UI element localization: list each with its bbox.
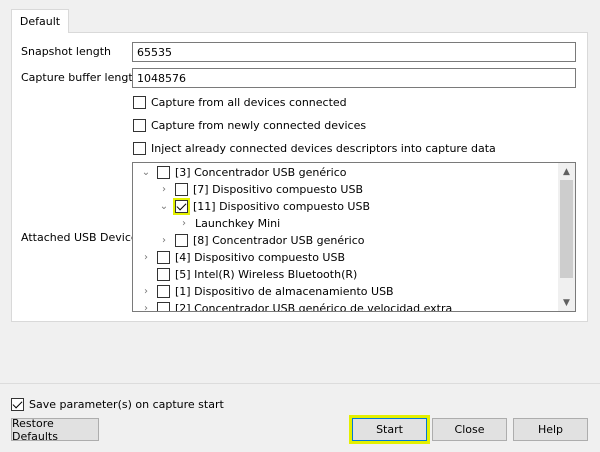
restore-defaults-button[interactable]: Restore Defaults xyxy=(11,417,99,443)
tree-item-checkbox[interactable] xyxy=(175,183,188,196)
chevron-down-icon[interactable]: ⌄ xyxy=(157,201,171,212)
tree-item-checkbox[interactable] xyxy=(175,234,188,247)
save-params-option[interactable]: Save parameter(s) on capture start xyxy=(11,398,224,411)
capture-buffer-length-label: Capture buffer length xyxy=(21,71,140,84)
tab-default[interactable]: Default xyxy=(11,9,69,33)
snapshot-length-label: Snapshot length xyxy=(21,45,111,58)
tree-item-label: [2] Concentrador USB genérico de velocid… xyxy=(175,302,453,312)
tree-item-checkbox[interactable] xyxy=(173,198,190,215)
capture-new-option[interactable]: Capture from newly connected devices xyxy=(133,119,366,132)
inject-descriptors-checkbox[interactable] xyxy=(133,142,146,155)
capture-all-checkbox[interactable] xyxy=(133,96,146,109)
inject-descriptors-label: Inject already connected devices descrip… xyxy=(151,142,496,155)
chevron-right-icon[interactable]: › xyxy=(139,303,153,311)
divider xyxy=(0,383,600,384)
tree-item-label: [5] Intel(R) Wireless Bluetooth(R) xyxy=(175,268,358,281)
tree-item-label: [1] Dispositivo de almacenamiento USB xyxy=(175,285,394,298)
tree-item-label: [7] Dispositivo compuesto USB xyxy=(193,183,364,196)
tree-item[interactable]: › [1] Dispositivo de almacenamiento USB xyxy=(139,283,394,300)
tree-item-checkbox[interactable] xyxy=(157,302,170,311)
save-params-label: Save parameter(s) on capture start xyxy=(29,398,224,411)
chevron-right-icon[interactable]: › xyxy=(157,235,171,246)
tree-item-label: [4] Dispositivo compuesto USB xyxy=(175,251,346,264)
tree-item[interactable]: › Launchkey Mini xyxy=(177,215,280,232)
tree-item-label: [11] Dispositivo compuesto USB xyxy=(193,200,371,213)
scroll-up-icon[interactable]: ▲ xyxy=(558,163,575,180)
capture-buffer-length-input[interactable] xyxy=(132,68,576,88)
capture-all-option[interactable]: Capture from all devices connected xyxy=(133,96,347,109)
chevron-right-icon[interactable]: › xyxy=(139,252,153,263)
tree-item[interactable]: › [8] Concentrador USB genérico xyxy=(157,232,364,249)
chevron-down-icon[interactable]: ⌄ xyxy=(139,167,153,178)
tree-scrollbar[interactable]: ▲ ▼ xyxy=(558,163,575,311)
save-params-checkbox[interactable] xyxy=(11,398,24,411)
tree-item-checkbox[interactable] xyxy=(157,251,170,264)
tree-item-checkbox[interactable] xyxy=(157,166,170,179)
tree-item-checkbox[interactable] xyxy=(157,285,170,298)
scrollbar-thumb[interactable] xyxy=(560,180,573,278)
start-button[interactable]: Start xyxy=(352,418,427,441)
tree-item[interactable]: ⌄ [11] Dispositivo compuesto USB xyxy=(157,198,370,215)
tree-item-label: [3] Concentrador USB genérico xyxy=(175,166,347,179)
tree-item[interactable]: › [2] Concentrador USB genérico de veloc… xyxy=(139,300,453,312)
close-button[interactable]: Close xyxy=(432,418,507,441)
attached-usb-devices-label: Attached USB Devices xyxy=(21,231,144,244)
tree-item[interactable]: ⌄ [3] Concentrador USB genérico xyxy=(139,164,346,181)
tree-item-checkbox[interactable] xyxy=(157,268,170,281)
usb-device-tree[interactable]: ⌄ [3] Concentrador USB genérico › [7] Di… xyxy=(132,162,576,312)
tree-item-label: Launchkey Mini xyxy=(195,217,281,230)
chevron-right-icon[interactable]: › xyxy=(139,286,153,297)
chevron-right-icon[interactable]: › xyxy=(157,184,171,195)
capture-new-checkbox[interactable] xyxy=(133,119,146,132)
tree-item-label: [8] Concentrador USB genérico xyxy=(193,234,365,247)
tree-item[interactable]: › [4] Dispositivo compuesto USB xyxy=(139,249,345,266)
snapshot-length-input[interactable] xyxy=(132,42,576,62)
tab-default-label: Default xyxy=(19,15,61,28)
tree-item[interactable]: › [7] Dispositivo compuesto USB xyxy=(157,181,363,198)
tree-item[interactable]: [5] Intel(R) Wireless Bluetooth(R) xyxy=(139,266,357,283)
capture-all-label: Capture from all devices connected xyxy=(151,96,347,109)
scroll-down-icon[interactable]: ▼ xyxy=(558,294,575,311)
help-button[interactable]: Help xyxy=(513,418,588,441)
capture-new-label: Capture from newly connected devices xyxy=(151,119,367,132)
inject-descriptors-option[interactable]: Inject already connected devices descrip… xyxy=(133,142,496,155)
chevron-right-icon[interactable]: › xyxy=(177,218,191,229)
